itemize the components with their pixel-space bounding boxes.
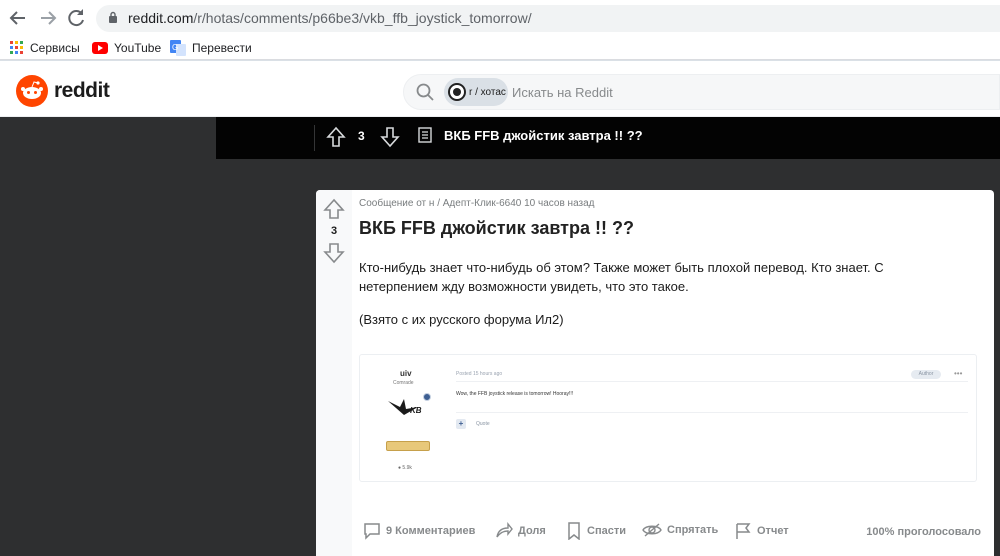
author-tag: Author: [911, 370, 941, 379]
save-button[interactable]: Спасти: [566, 522, 626, 540]
downvote-arrow-icon[interactable]: [380, 126, 400, 148]
url-text: reddit.com/r/hotas/comments/p66be3/vkb_f…: [128, 10, 532, 26]
post-meta: Сообщение от н / Адепт-Клик-6640 10 часо…: [359, 198, 595, 209]
forward-arrow-icon: [41, 11, 57, 25]
subreddit-avatar: [448, 83, 466, 101]
comments-label: 9 Комментариев: [386, 525, 476, 537]
reddit-wordmark: reddit: [54, 79, 110, 102]
bookmark-youtube[interactable]: YouTube: [92, 40, 161, 56]
flag-icon: [736, 523, 751, 539]
svg-text:G: G: [172, 43, 178, 52]
overlay-separator: [314, 125, 315, 151]
forum-username: uiv: [400, 369, 412, 378]
reload-icon: [68, 9, 84, 27]
bookmark-services[interactable]: Сервисы: [10, 40, 80, 56]
backdrop-left: [0, 117, 216, 556]
upvote-arrow-icon[interactable]: [326, 126, 346, 148]
upvote-ratio: 100% проголосовало: [866, 526, 981, 538]
hide-button[interactable]: Спрятать: [642, 522, 718, 538]
text-post-icon: [418, 127, 432, 143]
rank-badge: [386, 441, 430, 451]
bookmarks-bar: Сервисы YouTube G Перевести: [0, 36, 1000, 60]
subreddit-chip[interactable]: r / хотас: [444, 78, 508, 106]
search-icon: [416, 83, 434, 101]
post-card: 3 Сообщение от н / Адепт-Клик-6640 10 ча…: [316, 190, 994, 556]
google-translate-icon: G: [170, 40, 186, 56]
youtube-icon: [92, 42, 108, 54]
share-label: Доля: [518, 525, 546, 537]
bookmark-label: Сервисы: [30, 41, 80, 55]
search-placeholder: Искать на Reddit: [512, 85, 613, 100]
bookmark-translate[interactable]: G Перевести: [170, 40, 252, 56]
plus-icon: +: [456, 419, 466, 429]
vote-count: 3: [330, 225, 338, 237]
reddit-snoo-icon: [16, 75, 48, 107]
more-options-icon: •••: [954, 369, 963, 378]
hide-eye-icon: [642, 523, 662, 537]
browser-toolbar: reddit.com/r/hotas/comments/p66be3/vkb_f…: [0, 0, 1000, 36]
address-bar[interactable]: reddit.com/r/hotas/comments/p66be3/vkb_f…: [96, 5, 1000, 32]
forum-divider: [456, 381, 968, 382]
bookmark-label: Перевести: [192, 41, 252, 55]
forum-rank: Comrade: [393, 380, 414, 386]
vote-column: 3: [316, 190, 352, 556]
forward-button[interactable]: [36, 6, 60, 30]
report-button[interactable]: Отчет: [734, 522, 789, 540]
svg-text:KB: KB: [410, 406, 422, 415]
overlay-vote-count: 3: [358, 129, 365, 143]
apps-grid-icon: [10, 41, 23, 54]
forum-post-text: Wow, the FFB joystick release is tomorro…: [456, 391, 574, 397]
url-host: reddit.com: [128, 10, 194, 26]
forum-quote-label: Quote: [476, 421, 490, 427]
reddit-logo[interactable]: reddit: [16, 75, 110, 107]
lock-icon: [109, 11, 117, 23]
share-button[interactable]: Доля: [495, 522, 546, 540]
share-icon: [496, 522, 513, 538]
reddit-header: reddit r / хотас Искать на Reddit: [0, 61, 1000, 117]
forum-posted-time: Posted 15 hours ago: [456, 371, 503, 377]
url-path: /r/hotas/comments/p66be3/vkb_ffb_joystic…: [193, 10, 532, 26]
report-label: Отчет: [757, 525, 789, 537]
bookmark-label: YouTube: [114, 41, 162, 55]
back-arrow-icon: [9, 11, 25, 25]
downvote-arrow-icon[interactable]: [323, 242, 345, 264]
online-indicator: [423, 393, 431, 401]
post-note: (Взято с их русского форума Ил2): [359, 312, 564, 327]
forum-divider: [456, 412, 968, 413]
back-button[interactable]: [6, 6, 30, 30]
upvote-arrow-icon[interactable]: [323, 198, 345, 220]
search-input[interactable]: r / хотас Искать на Reddit: [403, 74, 1000, 110]
forum-stat-value: 5.9k: [402, 465, 412, 471]
forum-reputation: ● 5.9k: [398, 465, 412, 471]
overlay-post-title[interactable]: ВКБ FFB джойстик завтра !! ??: [444, 128, 643, 143]
comments-button[interactable]: 9 Комментариев: [363, 522, 475, 540]
post-overlay-bar: 3 ВКБ FFB джойстик завтра !! ??: [216, 117, 1000, 159]
reload-button[interactable]: [64, 6, 88, 30]
post-actions: 9 Комментариев Доля Спасти Спрятать Отче…: [359, 520, 989, 544]
comment-icon: [364, 523, 380, 540]
post-body: Кто-нибудь знает что-нибудь об этом? Так…: [359, 260, 884, 294]
hide-label: Спрятать: [667, 524, 719, 536]
subreddit-chip-label: r / хотас: [469, 86, 506, 98]
post-title: ВКБ FFB джойстик завтра !! ??: [359, 218, 634, 238]
save-label: Спасти: [587, 525, 626, 537]
bookmark-icon: [568, 522, 580, 540]
embedded-forum-image[interactable]: uiv Comrade KB ● 5.9k Posted 15 hours ag…: [359, 354, 977, 482]
